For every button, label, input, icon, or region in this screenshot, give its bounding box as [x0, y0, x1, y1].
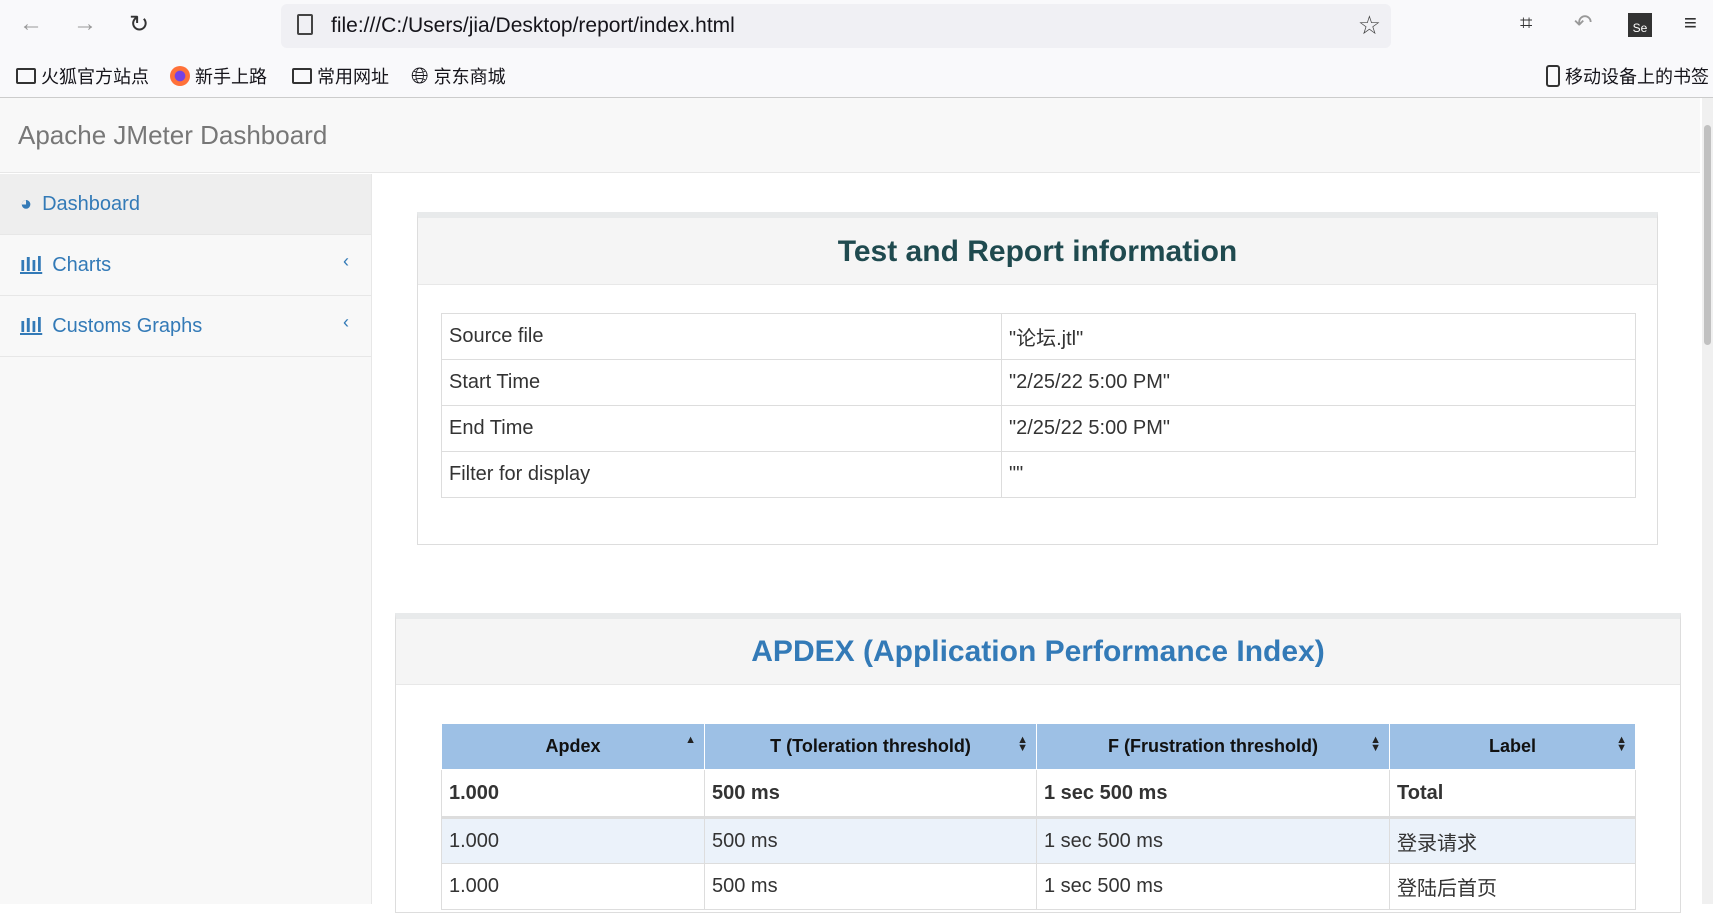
- bookmark-item[interactable]: 常用网址: [292, 63, 389, 89]
- bookmark-label: 常用网址: [317, 67, 389, 87]
- info-row: Start Time "2/25/22 5:00 PM": [441, 359, 1636, 406]
- apdex-cell: 1 sec 500 ms: [1036, 817, 1390, 864]
- sidebar-item-label: Charts: [52, 253, 112, 276]
- apdex-row: 1.000 500 ms 1 sec 500 ms 登录请求: [441, 817, 1636, 864]
- apdex-row: 1.000 500 ms 1 sec 500 ms Total: [441, 769, 1636, 818]
- info-row: Source file "论坛.jtl": [441, 313, 1636, 360]
- column-header-t[interactable]: T (Toleration threshold) ▲ ▼: [704, 723, 1037, 770]
- apdex-table: Apdex ▲ T (Toleration threshold) ▲ ▼ F (Fru…: [441, 723, 1636, 910]
- info-key: Start Time: [441, 359, 1002, 406]
- sidebar-item-dashboard[interactable]: ◕ Dashboard: [0, 174, 371, 235]
- bookmark-label: 火狐官方站点: [41, 67, 149, 87]
- sort-icon: ▲ ▼: [1616, 734, 1627, 754]
- header-label: Apdex: [545, 736, 601, 756]
- header-label: F (Frustration threshold): [1108, 736, 1318, 756]
- apdex-cell: 登录请求: [1389, 817, 1636, 864]
- chevron-left-icon[interactable]: ‹: [343, 312, 349, 333]
- info-key: Source file: [441, 313, 1002, 360]
- info-key: End Time: [441, 405, 1002, 452]
- bookmark-item[interactable]: 新手上路: [170, 63, 267, 89]
- sort-icon: ▲ ▼: [1017, 734, 1028, 754]
- folder-icon: [292, 68, 312, 84]
- sidebar-item-label: Dashboard: [42, 192, 140, 215]
- apdex-cell: 500 ms: [704, 769, 1037, 818]
- sidebar: ◕ Dashboard ıIıl Charts ‹ ıIıl Customs Graph…: [0, 174, 372, 904]
- info-value: "2/25/22 5:00 PM": [1001, 359, 1636, 406]
- folder-icon: [16, 68, 36, 84]
- info-value: "论坛.jtl": [1001, 313, 1636, 360]
- crop-icon[interactable]: ⌗: [1520, 10, 1532, 36]
- column-header-f[interactable]: F (Frustration threshold) ▲ ▼: [1036, 723, 1390, 770]
- undo-icon[interactable]: ↶: [1574, 10, 1592, 36]
- bookmark-item[interactable]: 火狐官方站点: [16, 63, 149, 89]
- firefox-icon: [170, 66, 190, 86]
- info-title: Test and Report information: [418, 218, 1657, 285]
- apdex-cell: 1.000: [441, 769, 705, 818]
- apdex-cell: 500 ms: [704, 863, 1037, 910]
- header-label: Label: [1488, 736, 1536, 756]
- star-icon[interactable]: ☆: [1358, 10, 1381, 41]
- bookmarks-bar: 火狐官方站点 新手上路 常用网址 🌐︎ 京东商城 移动设备上的书签: [0, 50, 1713, 98]
- dashboard-icon: ◕: [20, 192, 33, 215]
- info-value: "2/25/22 5:00 PM": [1001, 405, 1636, 452]
- apdex-row: 1.000 500 ms 1 sec 500 ms 登陆后首页: [441, 863, 1636, 910]
- navbar: Apache JMeter Dashboard: [0, 98, 1700, 173]
- info-value: "": [1001, 451, 1636, 498]
- mobile-bookmarks-label: 移动设备上的书签: [1565, 67, 1709, 87]
- url-bar[interactable]: file:///C:/Users/jia/Desktop/report/inde…: [281, 4, 1391, 48]
- apdex-cell: Total: [1389, 769, 1636, 818]
- brand-title[interactable]: Apache JMeter Dashboard: [18, 120, 327, 151]
- apdex-cell: 1.000: [441, 863, 705, 910]
- apdex-cell: 1.000: [441, 817, 705, 864]
- bookmark-label: 新手上路: [195, 67, 267, 87]
- apdex-cell: 1 sec 500 ms: [1036, 863, 1390, 910]
- bar-chart-icon: ıIıl: [20, 314, 43, 337]
- browser-toolbar: ← → ↻ file:///C:/Users/jia/Desktop/repor…: [0, 0, 1713, 50]
- chevron-left-icon[interactable]: ‹: [343, 251, 349, 272]
- bar-chart-icon: ıIıl: [20, 253, 43, 276]
- sort-icon: ▲ ▼: [1370, 734, 1381, 754]
- mobile-bookmarks[interactable]: 移动设备上的书签: [1546, 63, 1709, 89]
- globe-icon: 🌐︎: [411, 63, 429, 88]
- apdex-panel: APDEX (Application Performance Index) Ap…: [395, 613, 1681, 913]
- info-row: End Time "2/25/22 5:00 PM": [441, 405, 1636, 452]
- apdex-cell: 1 sec 500 ms: [1036, 769, 1390, 818]
- column-header-apdex[interactable]: Apdex ▲: [441, 723, 705, 770]
- sidebar-item-charts[interactable]: ıIıl Charts ‹: [0, 235, 371, 296]
- info-key: Filter for display: [441, 451, 1002, 498]
- bookmark-item[interactable]: 🌐︎ 京东商城: [411, 63, 506, 89]
- back-icon[interactable]: ←: [16, 10, 46, 38]
- header-label: T (Toleration threshold): [770, 736, 971, 756]
- forward-icon[interactable]: →: [70, 10, 100, 38]
- sort-asc-icon: ▲: [685, 734, 696, 746]
- info-table: Source file "论坛.jtl" Start Time "2/25/22 5:…: [441, 313, 1636, 498]
- column-header-label[interactable]: Label ▲ ▼: [1389, 723, 1636, 770]
- url-text[interactable]: file:///C:/Users/jia/Desktop/report/inde…: [331, 14, 735, 38]
- info-panel: Test and Report information Source file "…: [417, 212, 1658, 545]
- sidebar-item-label: Customs Graphs: [52, 314, 203, 337]
- info-row: Filter for display "": [441, 451, 1636, 498]
- apdex-cell: 登陆后首页: [1389, 863, 1636, 910]
- scrollbar-thumb[interactable]: [1704, 125, 1711, 345]
- apdex-title: APDEX (Application Performance Index): [396, 619, 1680, 685]
- bookmark-label: 京东商城: [433, 67, 506, 87]
- reload-icon[interactable]: ↻: [124, 10, 154, 39]
- apdex-cell: 500 ms: [704, 817, 1037, 864]
- selenium-icon[interactable]: Se: [1628, 13, 1652, 37]
- mobile-icon: [1546, 65, 1560, 87]
- sidebar-item-customs-graphs[interactable]: ıIıl Customs Graphs ‹: [0, 296, 371, 357]
- page-icon: [297, 14, 313, 35]
- menu-icon[interactable]: ≡: [1684, 10, 1697, 36]
